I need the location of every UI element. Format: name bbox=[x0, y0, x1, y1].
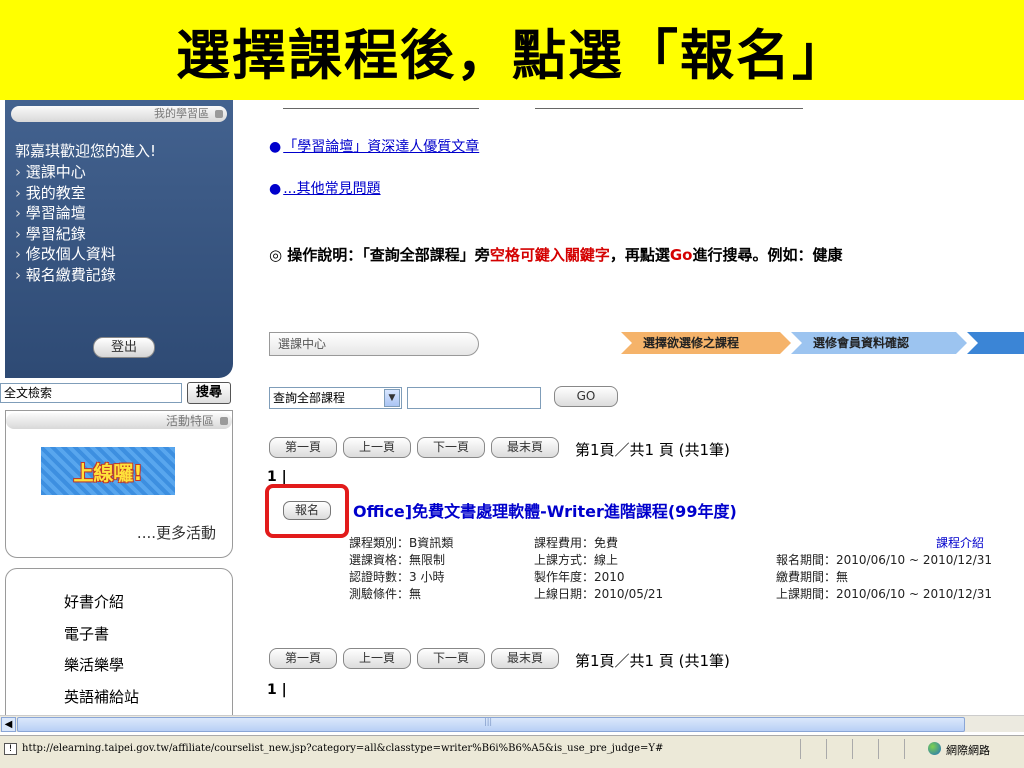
faq-link[interactable]: ● ...其他常見問題 bbox=[269, 178, 381, 198]
banner-title: 選擇課程後，點選「報名」 bbox=[176, 23, 848, 87]
page-number-link[interactable]: 1 | bbox=[267, 682, 287, 698]
course-info: 測驗條件：無 bbox=[349, 587, 422, 601]
first-page-button[interactable]: 第一頁 bbox=[269, 648, 337, 669]
search-button[interactable]: 搜尋 bbox=[187, 382, 231, 404]
link-lohas[interactable]: 樂活樂學 bbox=[64, 650, 139, 682]
tab-label: 選課中心 bbox=[278, 337, 327, 351]
member-panel: 我的學習區 郭嘉琪歡迎您的進入! 選課中心 我的教室 學習論壇 學習紀錄 修改個… bbox=[5, 100, 233, 378]
online-banner-text: 上線囉! bbox=[73, 460, 143, 485]
course-info: 認證時數：3 小時 bbox=[349, 570, 445, 584]
member-panel-title: 我的學習區 bbox=[154, 107, 209, 120]
course-info: 繳費期間：無 bbox=[776, 570, 849, 584]
step-next bbox=[967, 332, 1024, 354]
course-info: 報名期間：2010/06/10 ~ 2010/12/31 bbox=[776, 553, 993, 567]
fulltext-search-input[interactable]: 全文檢索 bbox=[0, 383, 182, 403]
divider bbox=[283, 108, 479, 109]
step-select-course: 選擇欲選修之課程 bbox=[621, 332, 791, 354]
menu-item-my-classroom[interactable]: 我的教室 bbox=[15, 183, 116, 204]
next-page-button[interactable]: 下一頁 bbox=[417, 648, 485, 669]
bullet-icon: ● bbox=[269, 181, 282, 197]
course-info: 上線日期：2010/05/21 bbox=[534, 587, 664, 601]
security-zone: 網際網路 bbox=[946, 744, 990, 757]
link-ebook[interactable]: 電子書 bbox=[64, 619, 139, 651]
instruction-text: ◎ 操作說明：「查詢全部課程」旁 bbox=[269, 246, 490, 264]
divider bbox=[800, 739, 801, 759]
highlight-box bbox=[265, 484, 349, 538]
online-banner-image[interactable]: 上線囉! bbox=[41, 447, 175, 495]
prev-page-button[interactable]: 上一頁 bbox=[343, 648, 411, 669]
divider bbox=[826, 739, 827, 759]
page-number-link[interactable]: 1 | bbox=[267, 469, 287, 485]
resource-links-panel: 好書介紹 電子書 樂活樂學 英語補給站 bbox=[5, 568, 233, 718]
status-url: http://elearning.taipei.gov.tw/affiliate… bbox=[22, 743, 664, 754]
browser-status-bar: ! http://elearning.taipei.gov.tw/affilia… bbox=[0, 735, 1024, 768]
link-book-intro[interactable]: 好書介紹 bbox=[64, 587, 139, 619]
last-page-button[interactable]: 最末頁 bbox=[491, 648, 559, 669]
chevron-down-icon[interactable]: ▼ bbox=[384, 389, 400, 407]
course-intro-link[interactable]: 課程介紹 bbox=[936, 534, 984, 551]
instruction-text: 進行搜尋。例如：健康 bbox=[692, 246, 843, 264]
page-info: 第1頁／共1 頁 (共1筆) bbox=[575, 441, 730, 459]
activity-panel-header: 活動特區 bbox=[6, 413, 232, 429]
bullet-icon: ● bbox=[269, 139, 282, 155]
course-info: 製作年度：2010 bbox=[534, 570, 625, 584]
go-button[interactable]: GO bbox=[554, 386, 618, 407]
course-info: 選課資格：無限制 bbox=[349, 553, 446, 567]
first-page-button[interactable]: 第一頁 bbox=[269, 437, 337, 458]
divider bbox=[904, 739, 905, 759]
instruction-text: ，再點選 bbox=[609, 246, 670, 264]
forum-articles-link-text: 「學習論壇」資深達人優質文章 bbox=[283, 139, 480, 155]
course-info: 課程費用：免費 bbox=[534, 536, 619, 550]
more-activities-link[interactable]: ....更多活動 bbox=[137, 522, 216, 543]
panel-marker-icon bbox=[215, 110, 223, 118]
menu-item-edit-profile[interactable]: 修改個人資料 bbox=[15, 244, 116, 265]
prev-page-button[interactable]: 上一頁 bbox=[343, 437, 411, 458]
pager-bottom: 第一頁 上一頁 下一頁 最末頁 第1頁／共1 頁 (共1筆) bbox=[269, 648, 1009, 670]
instruction-highlight: Go bbox=[669, 246, 693, 264]
divider bbox=[878, 739, 879, 759]
page-status-icon: ! bbox=[4, 743, 17, 755]
course-info: 課程類別：B資訊類 bbox=[349, 536, 454, 550]
last-page-button[interactable]: 最末頁 bbox=[491, 437, 559, 458]
menu-item-payment-record[interactable]: 報名繳費記錄 bbox=[15, 265, 116, 286]
menu-item-learning-record[interactable]: 學習紀錄 bbox=[15, 224, 116, 245]
member-panel-header: 我的學習區 bbox=[11, 106, 227, 122]
instruction-highlight: 空格可鍵入關鍵字 bbox=[489, 246, 610, 264]
menu-item-course-center[interactable]: 選課中心 bbox=[15, 162, 116, 183]
next-page-button[interactable]: 下一頁 bbox=[417, 437, 485, 458]
resource-link-list: 好書介紹 電子書 樂活樂學 英語補給站 bbox=[64, 587, 139, 713]
main-content: ● 「學習論壇」資深達人優質文章 ● ...其他常見問題 ◎ 操作說明：「查詢全部課… bbox=[243, 100, 1024, 715]
activity-panel: 活動特區 上線囉! ....更多活動 bbox=[5, 410, 233, 558]
operation-instructions: ◎ 操作說明：「查詢全部課程」旁空格可鍵入關鍵字，再點選Go進行搜尋。例如：健康 bbox=[269, 244, 842, 265]
welcome-message: 郭嘉琪歡迎您的進入! bbox=[15, 142, 157, 160]
course-category-select[interactable]: 查詢全部課程 ▼ bbox=[269, 387, 402, 409]
panel-marker-icon bbox=[220, 417, 228, 425]
course-center-tab: 選課中心 bbox=[269, 332, 479, 356]
menu-item-forum[interactable]: 學習論壇 bbox=[15, 203, 116, 224]
divider bbox=[852, 739, 853, 759]
keyword-input[interactable] bbox=[407, 387, 541, 409]
left-sidebar: 我的學習區 郭嘉琪歡迎您的進入! 選課中心 我的教室 學習論壇 學習紀錄 修改個… bbox=[0, 100, 243, 718]
page-info: 第1頁／共1 頁 (共1筆) bbox=[575, 652, 730, 670]
course-info: 上課方式：線上 bbox=[534, 553, 619, 567]
member-menu: 選課中心 我的教室 學習論壇 學習紀錄 修改個人資料 報名繳費記錄 bbox=[15, 162, 116, 285]
scroll-left-icon[interactable]: ◀ bbox=[1, 717, 16, 732]
course-select-value: 查詢全部課程 bbox=[273, 391, 346, 405]
scrollbar-thumb[interactable] bbox=[17, 717, 965, 732]
horizontal-scrollbar[interactable]: ◀ bbox=[0, 715, 1024, 732]
course-title-link[interactable]: Office]免費文書處理軟體-Writer進階課程(99年度) bbox=[353, 498, 737, 522]
step-confirm-member: 選修會員資料確認 bbox=[791, 332, 967, 354]
link-english[interactable]: 英語補給站 bbox=[64, 682, 139, 714]
globe-icon bbox=[928, 742, 941, 755]
instruction-banner: 選擇課程後，點選「報名」 bbox=[0, 0, 1024, 100]
pager-top: 第一頁 上一頁 下一頁 最末頁 第1頁／共1 頁 (共1筆) bbox=[269, 437, 1009, 459]
divider bbox=[535, 108, 803, 109]
forum-articles-link[interactable]: ● 「學習論壇」資深達人優質文章 bbox=[269, 136, 479, 156]
logout-button[interactable]: 登出 bbox=[93, 337, 155, 358]
activity-panel-title: 活動特區 bbox=[165, 414, 214, 428]
course-info: 上課期間：2010/06/10 ~ 2010/12/31 bbox=[776, 587, 993, 601]
faq-link-text: ...其他常見問題 bbox=[283, 181, 381, 197]
